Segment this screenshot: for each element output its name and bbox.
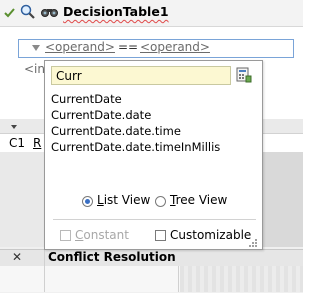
- resize-grip-icon[interactable]: [248, 237, 258, 247]
- expression-builder-icon[interactable]: [236, 66, 252, 84]
- customizable-checkbox[interactable]: [155, 230, 166, 241]
- operand-list: CurrentDate CurrentDate.date CurrentDate…: [51, 91, 220, 155]
- list-item[interactable]: CurrentDate: [51, 91, 220, 107]
- insert-row-text[interactable]: <in: [24, 62, 45, 76]
- list-item[interactable]: CurrentDate.date.time: [51, 123, 220, 139]
- column-divider: [44, 250, 45, 292]
- rules-grid-column: [262, 152, 303, 247]
- check-icon[interactable]: [3, 6, 16, 22]
- operand-search-input[interactable]: [51, 66, 231, 85]
- left-operand[interactable]: <operand>: [45, 40, 115, 54]
- list-view-label[interactable]: List View: [97, 193, 150, 207]
- constant-checkbox[interactable]: [60, 230, 71, 241]
- constant-label: Constant: [75, 228, 129, 242]
- row-label: C1: [9, 136, 26, 150]
- popup-divider: [53, 219, 256, 220]
- collapse-triangle-icon[interactable]: [11, 125, 17, 129]
- list-view-radio[interactable]: [82, 196, 93, 207]
- row-text: R: [33, 136, 42, 150]
- dropdown-triangle-icon[interactable]: [32, 45, 40, 51]
- operator[interactable]: ==: [118, 40, 138, 54]
- column-divider: [178, 266, 179, 292]
- conflict-resolution-title: Conflict Resolution: [48, 250, 176, 264]
- customizable-label[interactable]: Customizable: [170, 228, 251, 242]
- conflict-grid-cells: [180, 266, 303, 292]
- tree-view-radio[interactable]: [155, 196, 166, 207]
- binoculars-icon[interactable]: [41, 6, 58, 21]
- decision-table-title: DecisionTable1: [63, 4, 169, 19]
- operand-chooser-popup: [44, 60, 263, 250]
- list-item[interactable]: CurrentDate.date: [51, 107, 220, 123]
- list-item[interactable]: CurrentDate.date.timeInMillis: [51, 139, 220, 155]
- close-icon[interactable]: ✕: [12, 250, 22, 264]
- magnifier-icon[interactable]: [20, 4, 36, 23]
- right-operand[interactable]: <operand>: [140, 40, 210, 54]
- tree-view-label[interactable]: Tree View: [170, 193, 227, 207]
